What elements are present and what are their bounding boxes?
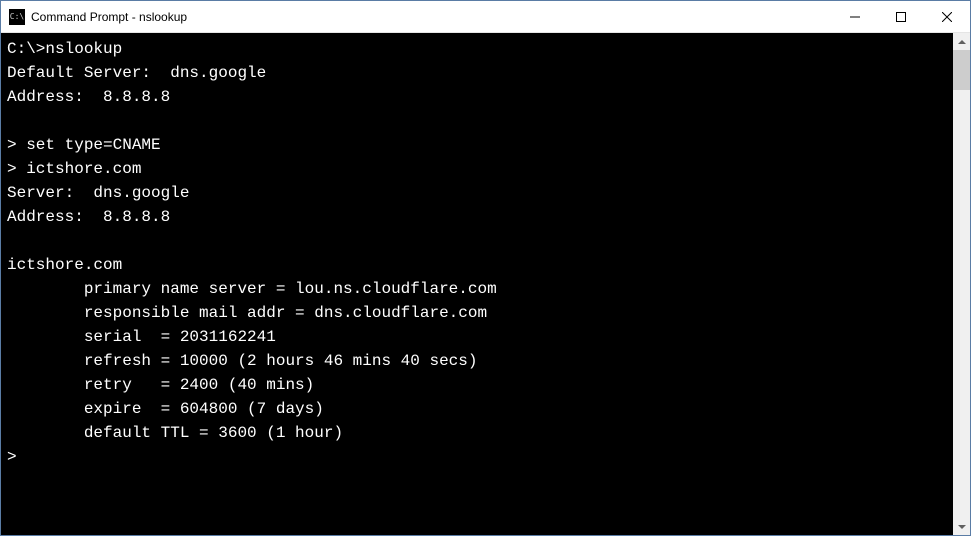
chevron-up-icon	[958, 40, 966, 44]
window-title: Command Prompt - nslookup	[31, 10, 832, 24]
close-button[interactable]	[924, 1, 970, 32]
maximize-button[interactable]	[878, 1, 924, 32]
vertical-scrollbar[interactable]	[953, 33, 970, 535]
scroll-up-button[interactable]	[953, 33, 970, 50]
chevron-down-icon	[958, 525, 966, 529]
terminal-area: C:\>nslookup Default Server: dns.google …	[1, 33, 970, 535]
minimize-button[interactable]	[832, 1, 878, 32]
close-icon	[942, 12, 952, 22]
scroll-down-button[interactable]	[953, 518, 970, 535]
window-controls	[832, 1, 970, 32]
cmd-icon: C:\	[9, 9, 25, 25]
terminal-output[interactable]: C:\>nslookup Default Server: dns.google …	[1, 33, 953, 535]
minimize-icon	[850, 12, 860, 22]
maximize-icon	[896, 12, 906, 22]
titlebar[interactable]: C:\ Command Prompt - nslookup	[1, 1, 970, 33]
scrollbar-thumb[interactable]	[953, 50, 970, 90]
